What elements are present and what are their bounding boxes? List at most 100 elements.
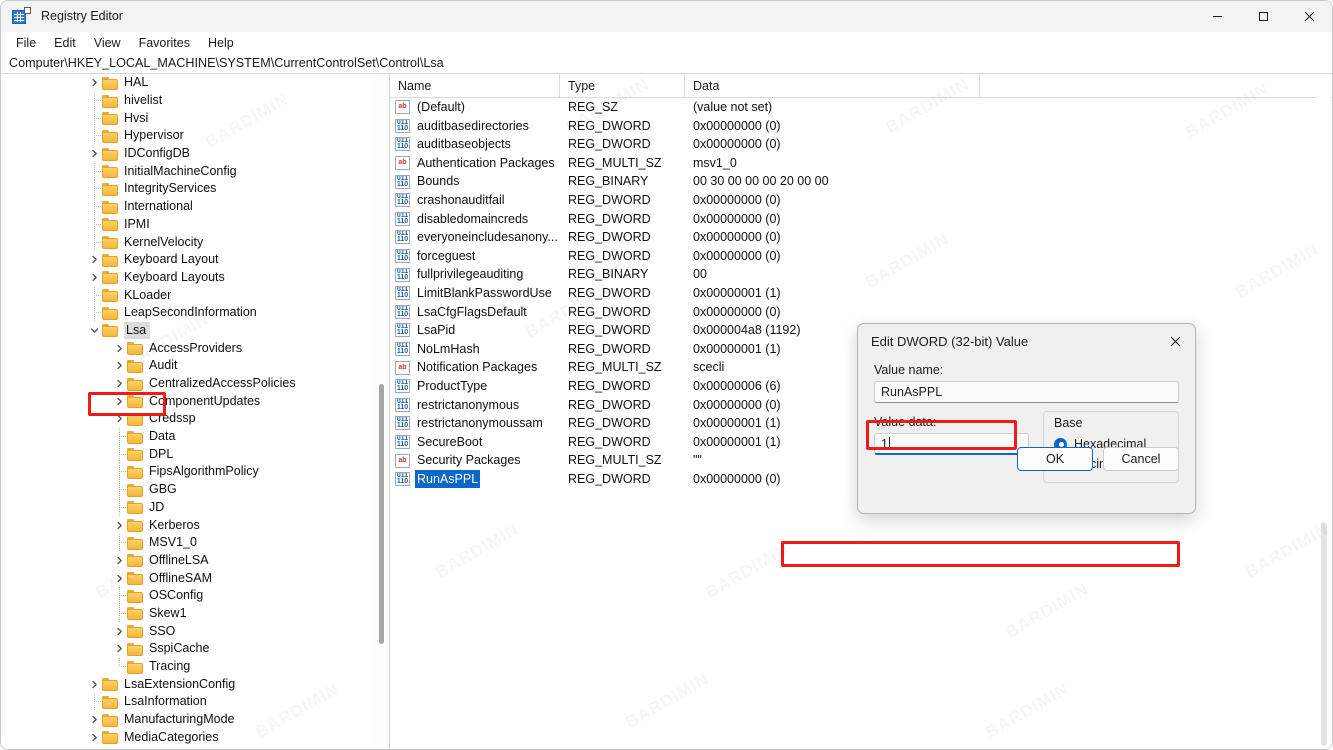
chevron-right-icon[interactable] [86, 676, 102, 693]
value-row[interactable]: ab Authentication Packages REG_MULTI_SZ msv… [390, 154, 1332, 173]
tree-node-label: ManufacturingMode [124, 712, 235, 727]
tree-node-sspicache[interactable]: SspiCache [1, 640, 389, 658]
folder-icon [127, 518, 144, 533]
tree-node-accessproviders[interactable]: AccessProviders [1, 339, 389, 357]
tree-node-integrityservices[interactable]: IntegrityServices [1, 180, 389, 198]
dialog-close-button[interactable] [1155, 324, 1195, 358]
tree-scrollbar-thumb[interactable] [379, 384, 384, 644]
column-header-name[interactable]: Name [390, 74, 560, 98]
tree-node-keyboard-layouts[interactable]: Keyboard Layouts [1, 269, 389, 287]
value-name-text: Bounds [417, 174, 460, 189]
tree-node-initialmachineconfig[interactable]: InitialMachineConfig [1, 162, 389, 180]
value-row[interactable]: 011 110 everyoneincludesanony... REG_DWORD 0… [390, 228, 1332, 247]
tree-node-lsa[interactable]: Lsa [1, 321, 389, 340]
value-name-cell: 011 110 NoLmHash [390, 340, 560, 359]
tree-node-keyboard-layout[interactable]: Keyboard Layout [1, 251, 389, 269]
tree-guide [111, 534, 127, 552]
window-scrollbar-thumb[interactable] [1321, 522, 1327, 746]
value-row[interactable]: ab (Default) REG_SZ (value not set) [390, 98, 1332, 117]
chevron-right-icon[interactable] [111, 357, 127, 374]
tree-guide [86, 215, 102, 233]
cancel-button[interactable]: Cancel [1103, 447, 1179, 471]
chevron-right-icon[interactable] [111, 517, 127, 534]
tree-node-offlinesam[interactable]: OfflineSAM [1, 569, 389, 587]
tree-node-hvsi[interactable]: Hvsi [1, 109, 389, 127]
chevron-right-icon[interactable] [86, 74, 102, 91]
value-row[interactable]: 011 110 Bounds REG_BINARY 00 30 00 00 00 20 … [390, 172, 1332, 191]
close-button[interactable] [1286, 1, 1332, 32]
chevron-right-icon[interactable] [86, 729, 102, 746]
tree-node-kerberos[interactable]: Kerberos [1, 516, 389, 534]
tree-node-lsaextensionconfig[interactable]: LsaExtensionConfig [1, 675, 389, 693]
tree-node-tracing[interactable]: Tracing [1, 658, 389, 676]
menu-item-view[interactable]: View [85, 34, 130, 52]
chevron-right-icon[interactable] [111, 552, 127, 569]
tree-node-skew1[interactable]: Skew1 [1, 604, 389, 623]
value-row[interactable]: 011 110 forceguest REG_DWORD 0x00000000 (0) [390, 247, 1332, 266]
chevron-right-icon[interactable] [111, 375, 127, 392]
tree-node-kloader[interactable]: KLoader [1, 286, 389, 304]
column-header-data[interactable]: Data [685, 74, 980, 98]
value-row[interactable]: 011 110 LimitBlankPasswordUse REG_DWORD 0x00… [390, 284, 1332, 303]
registry-tree: HAL hivelist Hvsi Hypervisor IDConfigDB Initi… [1, 74, 389, 746]
tree-node-centralizedaccesspolicies[interactable]: CentralizedAccessPolicies [1, 375, 389, 393]
column-header-type[interactable]: Type [560, 74, 685, 98]
tree-node-hivelist[interactable]: hivelist [1, 92, 389, 110]
chevron-right-icon[interactable] [111, 393, 127, 410]
value-row[interactable]: 011 110 disabledomaincreds REG_DWORD 0x00000… [390, 210, 1332, 229]
value-row[interactable]: 011 110 crashonauditfail REG_DWORD 0x0000000… [390, 191, 1332, 210]
tree-node-dpl[interactable]: DPL [1, 445, 389, 463]
menu-item-file[interactable]: File [7, 34, 45, 52]
tree-node-mediacategories[interactable]: MediaCategories [1, 728, 389, 746]
tree-node-gbg[interactable]: GBG [1, 481, 389, 499]
menu-item-favorites[interactable]: Favorites [130, 34, 199, 52]
value-name-cell: 011 110 auditbaseobjects [390, 135, 560, 154]
menu-item-help[interactable]: Help [199, 34, 243, 52]
chevron-right-icon[interactable] [111, 340, 127, 357]
chevron-right-icon[interactable] [86, 269, 102, 286]
tree-node-audit[interactable]: Audit [1, 357, 389, 375]
chevron-right-icon[interactable] [86, 145, 102, 162]
tree-node-idconfigdb[interactable]: IDConfigDB [1, 145, 389, 163]
value-name-text: disabledomaincreds [417, 211, 529, 226]
tree-vertical-scrollbar[interactable] [375, 74, 388, 749]
tree-node-offlinelsa[interactable]: OfflineLSA [1, 552, 389, 570]
value-data-cell: 0x00000000 (0) [693, 248, 781, 263]
tree-node-componentupdates[interactable]: ComponentUpdates [1, 392, 389, 410]
tree-node-hypervisor[interactable]: Hypervisor [1, 127, 389, 145]
tree-node-manufacturingmode[interactable]: ManufacturingMode [1, 711, 389, 729]
value-row[interactable]: 011 110 fullprivilegeauditing REG_BINARY 00 [390, 265, 1332, 284]
chevron-right-icon[interactable] [86, 251, 102, 268]
tree-node-data[interactable]: Data [1, 428, 389, 446]
chevron-down-icon[interactable] [86, 322, 102, 339]
value-row[interactable]: 011 110 LsaCfgFlagsDefault REG_DWORD 0x00000… [390, 303, 1332, 322]
value-row[interactable]: 011 110 auditbaseobjects REG_DWORD 0x0000000… [390, 135, 1332, 154]
chevron-right-icon[interactable] [111, 623, 127, 640]
tree-node-international[interactable]: International [1, 198, 389, 216]
ok-button[interactable]: OK [1017, 447, 1093, 471]
value-name-input[interactable]: RunAsPPL [874, 381, 1179, 403]
value-name-text: (Default) [417, 100, 465, 114]
tree-node-hal[interactable]: HAL [1, 74, 389, 92]
address-bar[interactable]: Computer\HKEY_LOCAL_MACHINE\SYSTEM\Curre… [1, 53, 1332, 74]
tree-node-jd[interactable]: JD [1, 498, 389, 517]
tree-node-sso[interactable]: SSO [1, 622, 389, 640]
tree-node-lsainformation[interactable]: LsaInformation [1, 693, 389, 711]
tree-node-leapsecondinformation[interactable]: LeapSecondInformation [1, 304, 389, 322]
chevron-right-icon[interactable] [111, 570, 127, 587]
menu-item-edit[interactable]: Edit [45, 34, 85, 52]
tree-node-fipsalgorithmpolicy[interactable]: FipsAlgorithmPolicy [1, 463, 389, 481]
tree-node-msv1-0[interactable]: MSV1_0 [1, 534, 389, 552]
minimize-button[interactable] [1194, 1, 1240, 32]
value-data-input[interactable]: 1 [874, 433, 1029, 455]
chevron-right-icon[interactable] [111, 410, 127, 427]
tree-node-ipmi[interactable]: IPMI [1, 215, 389, 234]
window-vertical-scrollbar[interactable] [1317, 74, 1331, 748]
tree-node-kernelvelocity[interactable]: KernelVelocity [1, 233, 389, 251]
value-row[interactable]: 011 110 auditbasedirectories REG_DWORD 0x000… [390, 117, 1332, 136]
chevron-right-icon[interactable] [111, 640, 127, 657]
tree-node-osconfig[interactable]: OSConfig [1, 587, 389, 605]
chevron-right-icon[interactable] [86, 711, 102, 728]
tree-node-credssp[interactable]: Credssp [1, 410, 389, 428]
maximize-button[interactable] [1240, 1, 1286, 32]
